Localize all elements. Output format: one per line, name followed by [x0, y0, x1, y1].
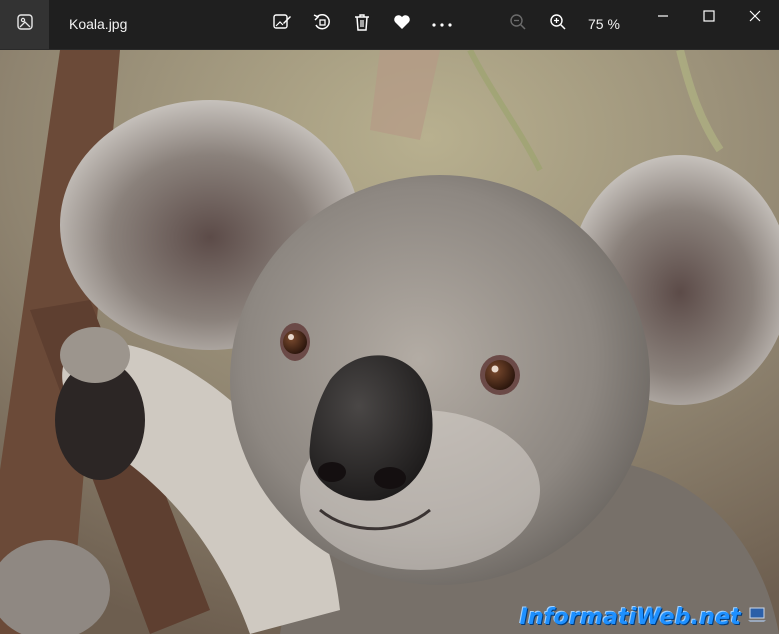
image-viewer[interactable]: InformatiWeb.net: [0, 50, 779, 634]
edit-image-button[interactable]: [270, 12, 294, 36]
more-icon: [431, 15, 453, 33]
minimize-icon: [657, 9, 669, 27]
photos-app-icon: [16, 13, 34, 36]
edit-image-icon: [272, 12, 292, 37]
favorite-button[interactable]: [390, 12, 414, 36]
more-button[interactable]: [430, 12, 454, 36]
close-button[interactable]: [743, 8, 767, 28]
rotate-icon: [312, 12, 332, 37]
zoom-in-button[interactable]: [546, 12, 570, 36]
file-name: Koala.jpg: [69, 16, 128, 32]
favorite-icon: [392, 12, 412, 37]
app-icon-button[interactable]: [0, 0, 49, 49]
watermark-text: InformatiWeb.net: [519, 605, 741, 630]
rotate-button[interactable]: [310, 12, 334, 36]
maximize-button[interactable]: [697, 8, 721, 28]
title-bar: Koala.jpg 75 %: [0, 0, 779, 50]
laptop-logo-icon: [747, 606, 767, 629]
zoom-out-button[interactable]: [506, 12, 530, 36]
zoom-level[interactable]: 75 %: [588, 16, 620, 32]
maximize-icon: [703, 9, 715, 27]
delete-icon: [352, 12, 372, 37]
zoom-out-icon: [509, 13, 527, 36]
koala-photo: [0, 50, 779, 634]
zoom-in-icon: [549, 13, 567, 36]
minimize-button[interactable]: [651, 8, 675, 28]
delete-button[interactable]: [350, 12, 374, 36]
watermark: InformatiWeb.net: [520, 605, 767, 630]
close-icon: [749, 9, 761, 27]
